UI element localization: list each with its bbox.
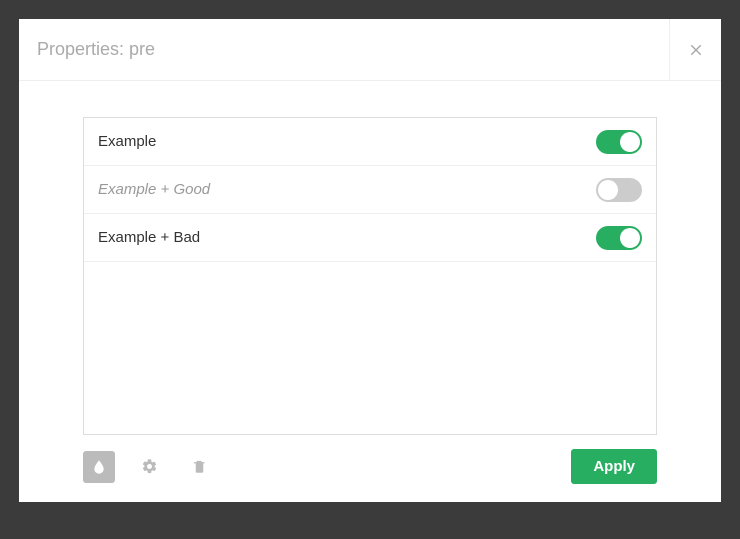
dialog-title: Properties: pre <box>19 39 155 60</box>
properties-dialog: Properties: pre Example Example + Good <box>19 19 721 502</box>
close-button[interactable] <box>669 19 721 81</box>
trash-icon <box>192 458 207 475</box>
drop-button[interactable] <box>83 451 115 483</box>
dialog-footer: Apply <box>19 435 721 510</box>
toggle-knob <box>620 228 640 248</box>
footer-toolbar <box>83 451 215 483</box>
list-item: Example + Bad <box>84 214 656 262</box>
list-item-label: Example + Good <box>98 181 210 198</box>
toggle-switch[interactable] <box>596 178 642 202</box>
properties-list: Example Example + Good Example + Bad <box>83 117 657 435</box>
toggle-knob <box>620 132 640 152</box>
toggle-switch[interactable] <box>596 226 642 250</box>
list-item: Example + Good <box>84 166 656 214</box>
drop-icon <box>91 458 107 476</box>
apply-button[interactable]: Apply <box>571 449 657 484</box>
gear-icon <box>141 458 158 475</box>
dialog-body: Example Example + Good Example + Bad <box>19 81 721 435</box>
list-item-label: Example + Bad <box>98 229 200 246</box>
delete-button[interactable] <box>183 451 215 483</box>
list-item-label: Example <box>98 133 156 150</box>
settings-button[interactable] <box>133 451 165 483</box>
toggle-knob <box>598 180 618 200</box>
list-item: Example <box>84 118 656 166</box>
close-icon <box>687 41 705 59</box>
dialog-header: Properties: pre <box>19 19 721 81</box>
toggle-switch[interactable] <box>596 130 642 154</box>
